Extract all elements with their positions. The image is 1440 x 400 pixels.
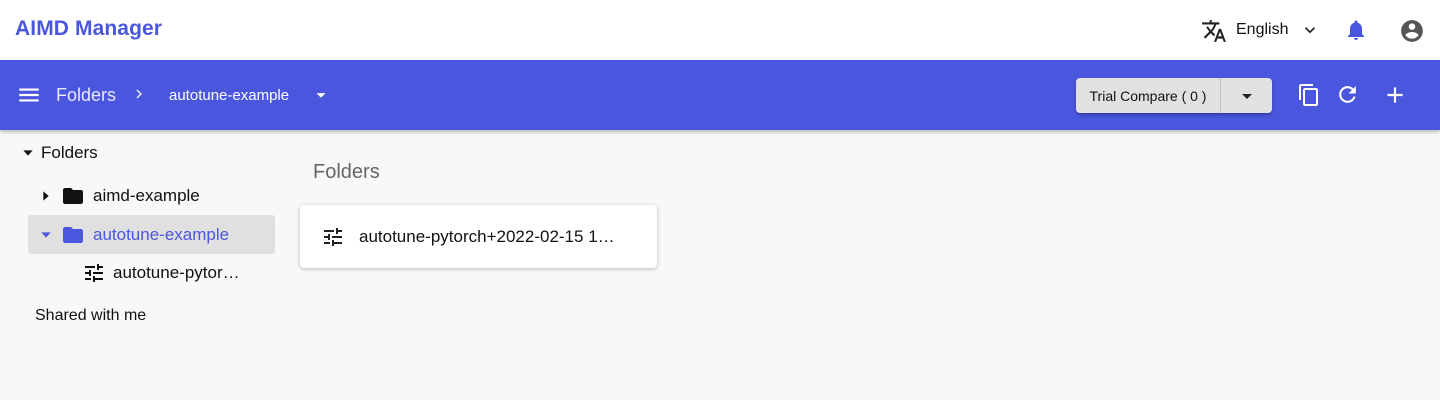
refresh-icon[interactable] xyxy=(1335,82,1360,107)
toolbar: Folders autotune-example Trial Compare (… xyxy=(0,60,1440,130)
folder-icon xyxy=(63,226,83,243)
trial-card[interactable]: autotune-pytorch+2022-02-15 1… xyxy=(300,205,657,268)
tree-item-label: autotune-pytor… xyxy=(113,263,240,282)
menu-icon[interactable] xyxy=(16,82,42,108)
trial-compare-dropdown-button[interactable] xyxy=(1221,78,1272,113)
tree-item-autotune-example[interactable]: autotune-example xyxy=(28,215,275,254)
add-icon[interactable] xyxy=(1382,82,1408,108)
folder-tree-sidebar: Folders aimd-example autotune-example au… xyxy=(0,130,290,400)
arrow-drop-down-icon[interactable] xyxy=(20,145,36,161)
translate-icon[interactable] xyxy=(1201,18,1227,44)
trial-compare-button[interactable]: Trial Compare ( 0 ) xyxy=(1076,78,1221,113)
app-header: AIMD Manager English xyxy=(0,0,1440,60)
app-title[interactable]: AIMD Manager xyxy=(15,17,162,41)
breadcrumb-root[interactable]: Folders xyxy=(56,85,116,106)
breadcrumb-current[interactable]: autotune-example xyxy=(169,87,289,104)
tree-item-autotune-pytorch[interactable]: autotune-pytor… xyxy=(82,261,240,285)
copy-icon[interactable] xyxy=(1297,83,1321,107)
tree-root-folders[interactable]: Folders xyxy=(20,141,98,165)
tree-item-label: autotune-example xyxy=(93,224,230,244)
trial-compare-group: Trial Compare ( 0 ) xyxy=(1076,78,1272,113)
trial-card-label: autotune-pytorch+2022-02-15 1… xyxy=(359,226,615,246)
main-content: Folders autotune-pytorch+2022-02-15 1… xyxy=(290,130,1440,400)
chevron-right-icon xyxy=(136,89,142,99)
chevron-down-icon[interactable] xyxy=(1300,20,1320,40)
language-label[interactable]: English xyxy=(1236,21,1288,39)
arrow-drop-down-icon[interactable] xyxy=(310,84,332,106)
shared-with-me-link[interactable]: Shared with me xyxy=(35,307,146,325)
tree-item-aimd-example[interactable]: aimd-example xyxy=(38,184,200,208)
tune-icon xyxy=(85,264,103,282)
arrow-right-icon[interactable] xyxy=(38,188,54,204)
tune-icon xyxy=(324,227,342,246)
section-title: Folders xyxy=(313,161,380,183)
bell-icon[interactable] xyxy=(1344,18,1368,42)
folder-icon xyxy=(63,188,83,204)
tree-item-label: aimd-example xyxy=(93,186,200,205)
account-circle-icon[interactable] xyxy=(1399,18,1425,44)
arrow-drop-down-icon[interactable] xyxy=(38,227,54,243)
tree-root-label: Folders xyxy=(41,143,98,162)
arrow-drop-down-icon xyxy=(1241,93,1252,99)
